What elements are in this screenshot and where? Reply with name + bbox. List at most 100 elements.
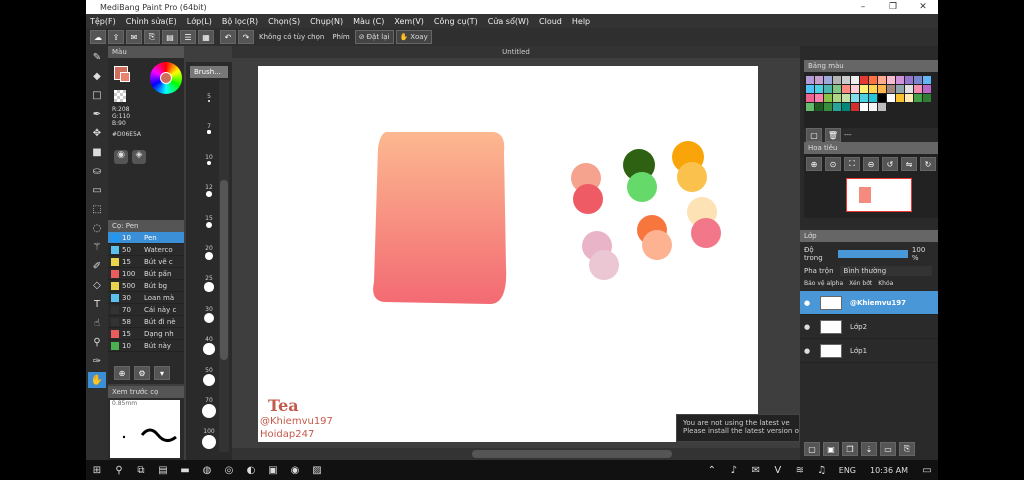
- maximize-icon[interactable]: ❐: [878, 0, 908, 14]
- palette-swatch[interactable]: [842, 85, 850, 93]
- task-view-icon[interactable]: ⧉: [132, 462, 150, 478]
- brush-tool-icon[interactable]: ✎: [88, 49, 106, 65]
- palette-swatch[interactable]: [923, 85, 931, 93]
- menu-edit[interactable]: Chỉnh sửa(E): [126, 17, 177, 26]
- palette-swatch[interactable]: [851, 94, 859, 102]
- brush-item[interactable]: 100 Bút pấn: [108, 268, 184, 280]
- page-icon[interactable]: ▤: [162, 30, 178, 44]
- menu-filter[interactable]: Bộ lọc(R): [222, 17, 258, 26]
- palette-add-icon[interactable]: ▢: [806, 128, 822, 142]
- menu-layer[interactable]: Lớp(L): [187, 17, 212, 26]
- menu-view[interactable]: Xem(V): [394, 17, 424, 26]
- zoom-100-icon[interactable]: ⊙: [825, 157, 841, 171]
- layer-row[interactable]: ● @Khiemvu197: [800, 291, 938, 315]
- palette-swatch[interactable]: [833, 76, 841, 84]
- clipping-checkbox[interactable]: Xén bớt: [849, 280, 872, 287]
- messenger-icon[interactable]: ◉: [286, 462, 304, 478]
- folder-icon[interactable]: ▭: [880, 442, 896, 456]
- eye-icon[interactable]: ●: [800, 299, 814, 307]
- minimize-icon[interactable]: –: [848, 0, 878, 14]
- skype-icon[interactable]: ◐: [242, 462, 260, 478]
- fit-icon[interactable]: ⛶: [844, 157, 860, 171]
- palette-swatch[interactable]: [869, 85, 877, 93]
- horizontal-scrollbar[interactable]: [232, 448, 800, 460]
- word-icon[interactable]: ▤: [154, 462, 172, 478]
- palette-swatch[interactable]: [860, 94, 868, 102]
- palette-swatch[interactable]: [824, 76, 832, 84]
- mic-icon[interactable]: ♪: [725, 462, 743, 478]
- palette-swatch[interactable]: [869, 94, 877, 102]
- palette-swatch[interactable]: [878, 103, 886, 111]
- vpn-icon[interactable]: V: [769, 462, 787, 478]
- brush-item[interactable]: 10 Pen: [108, 232, 184, 244]
- palette-swatch[interactable]: [851, 76, 859, 84]
- protect-alpha-checkbox[interactable]: Bảo vệ alpha: [804, 280, 843, 287]
- medibang-icon[interactable]: ▨: [308, 462, 326, 478]
- palette-swatch[interactable]: [896, 76, 904, 84]
- brush-item[interactable]: 58 Bút đi nè: [108, 316, 184, 328]
- drawing-canvas[interactable]: Tea @Khiemvu197 Hoidap247: [258, 66, 758, 442]
- palette-swatch[interactable]: [860, 76, 868, 84]
- merge-layer-icon[interactable]: ⇣: [861, 442, 877, 456]
- folder-icon[interactable]: ▬: [176, 462, 194, 478]
- palette-swatch[interactable]: [896, 94, 904, 102]
- palette-swatch[interactable]: [806, 85, 814, 93]
- palette-swatch[interactable]: [824, 103, 832, 111]
- eye-icon[interactable]: ●: [800, 323, 814, 331]
- palette-swatch[interactable]: [869, 76, 877, 84]
- wifi-icon[interactable]: ≋: [791, 462, 809, 478]
- brush-menu-icon[interactable]: ▾: [154, 366, 170, 380]
- operation-tool-icon[interactable]: ☝: [88, 315, 106, 331]
- brush-item[interactable]: 500 Bút bg: [108, 280, 184, 292]
- palette-swatch[interactable]: [869, 103, 877, 111]
- palette-swatch[interactable]: [851, 103, 859, 111]
- brush-item[interactable]: 50 Waterco: [108, 244, 184, 256]
- zoom-in-icon[interactable]: ⊕: [806, 157, 822, 171]
- color-wheel-center[interactable]: [160, 72, 172, 84]
- new-halftone-layer-icon[interactable]: ▣: [823, 442, 839, 456]
- tray-up-icon[interactable]: ⌃: [703, 462, 721, 478]
- brush-settings-icon[interactable]: ⚙: [134, 366, 150, 380]
- grid-icon[interactable]: ▦: [198, 30, 214, 44]
- list-icon[interactable]: ☰: [180, 30, 196, 44]
- palette-swatch[interactable]: [842, 103, 850, 111]
- palette-swatch[interactable]: [905, 76, 913, 84]
- opacity-slider[interactable]: [838, 250, 908, 258]
- brush-item[interactable]: 70 Cái này c: [108, 304, 184, 316]
- brush-item[interactable]: 15 Bút vẽ c: [108, 256, 184, 268]
- update-notice[interactable]: You are not using the latest ve Please i…: [676, 414, 800, 442]
- palette-swatch[interactable]: [905, 94, 913, 102]
- palette-swatch[interactable]: [824, 94, 832, 102]
- secondary-color-swatch[interactable]: [120, 72, 130, 82]
- palette-swatch[interactable]: [923, 94, 931, 102]
- chrome-icon[interactable]: ◍: [198, 462, 216, 478]
- menu-window[interactable]: Cửa sổ(W): [488, 17, 529, 26]
- vertical-scroll-thumb[interactable]: [220, 180, 228, 360]
- close-icon[interactable]: ✕: [908, 0, 938, 14]
- select-tool-icon[interactable]: ⬚: [88, 201, 106, 217]
- move-tool-icon[interactable]: ✥: [88, 125, 106, 141]
- palette-swatch[interactable]: [878, 76, 886, 84]
- layer-row[interactable]: ● Lớp1: [800, 339, 938, 363]
- palette-swatch[interactable]: [815, 94, 823, 102]
- palette-swatch[interactable]: [833, 94, 841, 102]
- palette-icon[interactable]: ◉: [114, 150, 128, 164]
- palette-swatch[interactable]: [842, 94, 850, 102]
- palette-swatch[interactable]: [833, 85, 841, 93]
- app-icon[interactable]: ▣: [264, 462, 282, 478]
- redo-icon[interactable]: ↷: [238, 30, 254, 44]
- palette-swatch[interactable]: [887, 85, 895, 93]
- palette-swatch[interactable]: [851, 85, 859, 93]
- sample-icon[interactable]: ◈: [132, 150, 146, 164]
- bucket-tool-icon[interactable]: ⛀: [88, 163, 106, 179]
- magic-wand-tool-icon[interactable]: ⚚: [88, 239, 106, 255]
- palette-swatch[interactable]: [842, 76, 850, 84]
- palette-swatch[interactable]: [905, 85, 913, 93]
- horizontal-scroll-thumb[interactable]: [472, 450, 672, 458]
- layer-row[interactable]: ● Lớp2: [800, 315, 938, 339]
- pen-tool-icon[interactable]: ✒: [88, 106, 106, 122]
- palette-swatch[interactable]: [824, 85, 832, 93]
- navigator-thumbnail[interactable]: [846, 178, 912, 212]
- select-eraser-tool-icon[interactable]: ◇: [88, 277, 106, 293]
- palette-delete-icon[interactable]: 🗑: [825, 128, 841, 142]
